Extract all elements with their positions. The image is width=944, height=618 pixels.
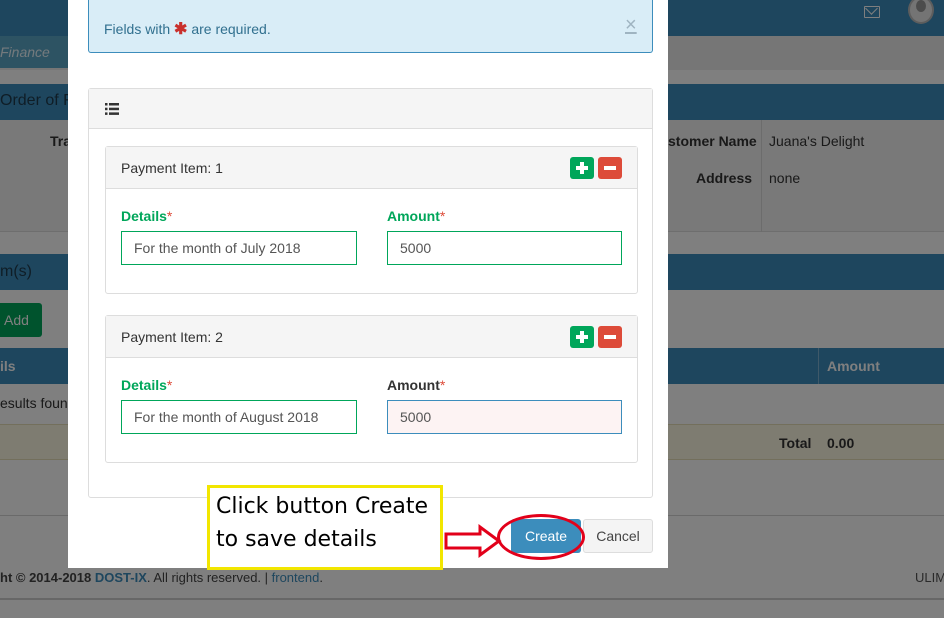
- amount-label: Amount*: [387, 377, 445, 393]
- required-mark: *: [439, 208, 446, 224]
- add-payment-item-button[interactable]: [570, 157, 594, 179]
- payment-item-title: Payment Item: 1: [121, 160, 223, 176]
- details-label-text: Details: [121, 208, 167, 224]
- required-mark: *: [166, 208, 173, 224]
- required-mark: *: [439, 377, 446, 393]
- highlight-ring: [497, 514, 585, 560]
- payment-items-panel: Payment Item: 1 Details* Amount* Payment…: [88, 88, 653, 498]
- instruction-callout: Click button Create to save details: [207, 485, 443, 570]
- amount-label-text: Amount: [387, 377, 440, 393]
- amount-label: Amount*: [387, 208, 445, 224]
- details-input[interactable]: [121, 231, 357, 265]
- cancel-button[interactable]: Cancel: [583, 519, 653, 553]
- payment-items-panel-header: [89, 89, 652, 129]
- payment-item-header: Payment Item: 2: [106, 316, 637, 358]
- alert-text-after: are required.: [187, 21, 271, 37]
- payment-item-2: Payment Item: 2 Details* Amount*: [105, 315, 638, 463]
- arrow-right-icon: [444, 524, 502, 558]
- callout-line-2: to save details: [216, 527, 377, 552]
- amount-input[interactable]: [387, 400, 622, 434]
- details-label: Details*: [121, 208, 172, 224]
- required-star-icon: ✱: [174, 21, 188, 38]
- details-input[interactable]: [121, 400, 357, 434]
- add-payment-item-button[interactable]: [570, 326, 594, 348]
- payment-item-header: Payment Item: 1: [106, 147, 637, 189]
- list-icon: [105, 103, 119, 115]
- alert-close-button[interactable]: ×: [625, 15, 637, 35]
- alert-text-before: Fields with: [104, 21, 175, 37]
- remove-payment-item-button[interactable]: [598, 157, 622, 179]
- remove-payment-item-button[interactable]: [598, 326, 622, 348]
- payment-modal: Fields with ✱ are required. × Payment It…: [68, 0, 668, 568]
- callout-line-1: Click button Create: [216, 494, 429, 519]
- amount-input[interactable]: [387, 231, 622, 265]
- alert-text: Fields with ✱ are required.: [104, 19, 271, 39]
- required-mark: *: [166, 377, 173, 393]
- details-label: Details*: [121, 377, 172, 393]
- details-label-text: Details: [121, 377, 167, 393]
- required-fields-alert: Fields with ✱ are required. ×: [88, 0, 653, 53]
- payment-item-title: Payment Item: 2: [121, 329, 223, 345]
- payment-item-1: Payment Item: 1 Details* Amount*: [105, 146, 638, 294]
- amount-label-text: Amount: [387, 208, 440, 224]
